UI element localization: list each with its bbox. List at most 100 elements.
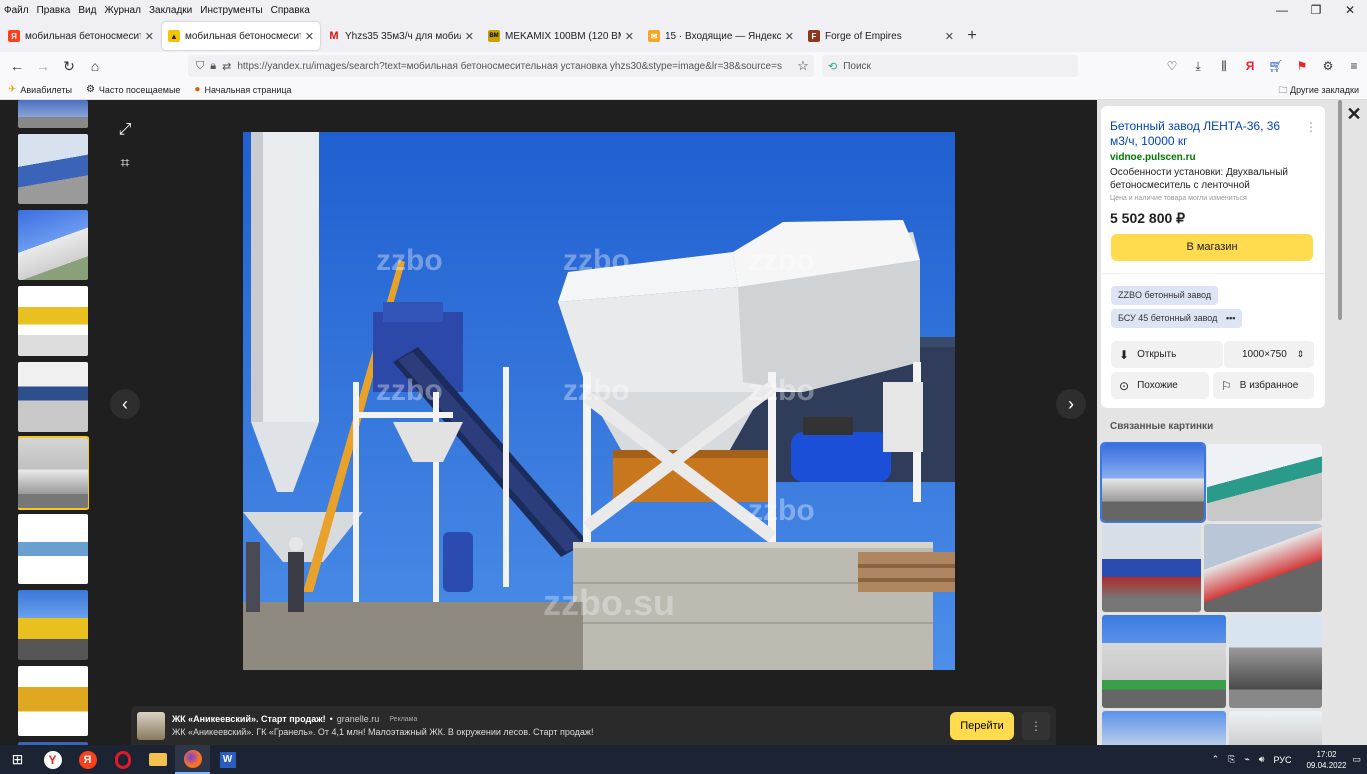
menu-bookmarks[interactable]: Закладки — [149, 5, 192, 16]
lock-icon[interactable]: 🔒︎ — [210, 60, 216, 73]
tab-forge-of-empires[interactable]: F Forge of Empires ✕ — [802, 22, 960, 50]
new-tab-button[interactable]: + — [960, 27, 984, 45]
related-image[interactable] — [1102, 615, 1226, 708]
forward-icon[interactable]: → — [30, 58, 56, 74]
permissions-icon[interactable]: ⇄ — [222, 60, 231, 73]
close-icon[interactable]: ✕ — [945, 30, 954, 43]
tab-yandex-search[interactable]: Я мобильная бетоносмесительн ✕ — [2, 22, 160, 50]
menu-tools[interactable]: Инструменты — [200, 5, 262, 16]
tab-yandex-images[interactable]: ▲ мобильная бетоносмесительн ✕ — [162, 22, 320, 50]
thumbnail[interactable] — [18, 210, 88, 280]
related-image[interactable] — [1204, 524, 1322, 612]
tab-mail[interactable]: ✉ 15 · Входящие — Яндекс.Почта ✕ — [642, 22, 800, 50]
thumbnail[interactable] — [18, 590, 88, 660]
opera-icon[interactable] — [105, 745, 140, 774]
url-text[interactable]: https://yandex.ru/images/search?text=моб… — [237, 61, 792, 72]
menu-help[interactable]: Справка — [271, 5, 310, 16]
bookmark-start-page[interactable]: ● Начальная страница — [194, 84, 291, 95]
bookmark-aviabilety[interactable]: ✈ Авиабилеты — [8, 84, 72, 95]
ad-go-button[interactable]: Перейти — [950, 711, 1014, 740]
close-icon[interactable]: ✕ — [785, 30, 794, 43]
extension-icon[interactable]: ⚙ — [1315, 59, 1341, 73]
downloads-icon[interactable]: ⤓ — [1185, 59, 1211, 74]
maximize-icon[interactable]: ❐ — [1299, 0, 1333, 20]
volume-icon[interactable]: 🔊︎ — [1259, 754, 1265, 765]
search-input[interactable]: ⟲ Поиск — [822, 55, 1078, 77]
flag-icon[interactable]: ⚑ — [1289, 59, 1315, 73]
prev-image-button[interactable]: ‹ — [110, 389, 140, 419]
home-icon[interactable]: ⌂ — [82, 58, 108, 74]
menu-history[interactable]: Журнал — [104, 5, 141, 16]
related-image[interactable] — [1102, 711, 1226, 745]
url-bar[interactable]: ⛉ 🔒︎ ⇄ https://yandex.ru/images/search?t… — [188, 55, 814, 77]
menu-view[interactable]: Вид — [78, 5, 96, 16]
menu-edit[interactable]: Правка — [37, 5, 71, 16]
ad-banner[interactable]: ЖК «Аникеевский». Старт продаж! • granel… — [131, 706, 1056, 745]
close-icon[interactable]: ✕ — [145, 30, 154, 43]
app-menu-icon[interactable]: ≡ — [1341, 59, 1367, 73]
bookmark-most-visited[interactable]: ⚙ Часто посещаемые — [86, 84, 180, 95]
more-icon[interactable]: ⋮ — [1305, 120, 1317, 134]
more-icon[interactable]: ⋮ — [1022, 711, 1050, 740]
close-window-icon[interactable]: ✕ — [1333, 0, 1367, 20]
more-tags-button[interactable]: ••• — [1219, 309, 1243, 328]
reload-icon[interactable]: ↻ — [56, 58, 82, 75]
product-title[interactable]: Бетонный завод ЛЕНТА-36, 36 м3/ч, 10000 … — [1110, 119, 1300, 149]
related-image[interactable] — [1207, 444, 1322, 521]
close-viewer-icon[interactable]: ✕ — [1342, 104, 1366, 124]
product-domain[interactable]: vidnoe.pulscen.ru — [1110, 152, 1196, 163]
thumbnail[interactable] — [18, 100, 88, 128]
thumbnail[interactable] — [18, 362, 88, 432]
shop-button[interactable]: В магазин — [1111, 234, 1313, 261]
tab-mekamix[interactable]: BM MEKAMIX 100BM (120 ВМ) ✕ — [482, 22, 640, 50]
thumbnail-selected[interactable] — [18, 436, 89, 510]
word-icon[interactable]: W — [210, 745, 245, 774]
windows-start-icon[interactable]: ⊞ — [0, 745, 35, 774]
minimize-icon[interactable]: — — [1265, 0, 1299, 20]
cart-icon[interactable]: 🛒︎ — [1263, 59, 1289, 73]
close-icon[interactable]: ✕ — [625, 30, 634, 43]
watermark: zzbo — [748, 494, 815, 527]
language-indicator[interactable]: РУС — [1273, 755, 1291, 765]
back-icon[interactable]: ← — [4, 58, 30, 74]
tab-yhzs35[interactable]: M Yhzs35 35м3/ч для мобильны ✕ — [322, 22, 480, 50]
clock[interactable]: 17:02 09.04.2022 — [1300, 749, 1352, 771]
pocket-icon[interactable]: ♡ — [1159, 59, 1185, 73]
close-icon[interactable]: ✕ — [305, 30, 314, 43]
yandex-icon[interactable]: Я — [70, 745, 105, 774]
related-image[interactable] — [1229, 711, 1322, 745]
thumbnail[interactable] — [18, 286, 88, 356]
thumbnail[interactable] — [18, 134, 88, 204]
ad-title[interactable]: ЖК «Аникеевский». Старт продаж! — [172, 714, 326, 724]
action-center-icon[interactable]: ▭ — [1352, 754, 1361, 765]
thumbnail[interactable] — [18, 514, 88, 584]
thumbnail[interactable] — [18, 666, 88, 736]
yandex-ext-icon[interactable]: Я — [1237, 59, 1263, 73]
ad-domain[interactable]: granelle.ru — [337, 714, 380, 724]
tag-chip[interactable]: БСУ 45 бетонный завод — [1111, 309, 1225, 328]
menu-file[interactable]: Файл — [4, 5, 29, 16]
library-icon[interactable]: ⫼ — [1211, 59, 1237, 74]
shield-icon[interactable]: ⛉ — [196, 60, 204, 73]
tag-chip[interactable]: ZZBO бетонный завод — [1111, 286, 1219, 305]
related-image[interactable] — [1100, 442, 1206, 523]
similar-button[interactable]: ⊙ Похожие — [1111, 372, 1209, 399]
other-bookmarks[interactable]: 🗀︎ Другие закладки — [1279, 80, 1359, 100]
crop-icon[interactable]: ⌗ — [112, 151, 138, 177]
file-explorer-icon[interactable] — [140, 745, 175, 774]
related-image[interactable] — [1229, 615, 1322, 708]
open-button[interactable]: ⬇ Открыть — [1111, 341, 1223, 368]
next-image-button[interactable]: › — [1056, 389, 1086, 419]
related-image[interactable] — [1102, 524, 1201, 612]
favorite-button[interactable]: ⚐ В избранное — [1213, 372, 1314, 399]
fullscreen-icon[interactable]: ⤢ — [112, 117, 138, 143]
tray-chevron-icon[interactable]: ⌃ — [1212, 754, 1220, 765]
network-icon[interactable]: ⌁ — [1244, 754, 1249, 765]
size-select[interactable]: 1000×750 ⇕ — [1224, 341, 1314, 368]
firefox-icon[interactable] — [175, 745, 210, 774]
close-icon[interactable]: ✕ — [465, 30, 474, 43]
yandex-browser-icon[interactable]: Y — [35, 745, 70, 774]
tray-notification-icon[interactable]: ⎘ — [1228, 754, 1235, 765]
side-panel-scrollbar[interactable] — [1338, 100, 1342, 320]
bookmark-star-icon[interactable]: ☆ — [792, 58, 814, 74]
